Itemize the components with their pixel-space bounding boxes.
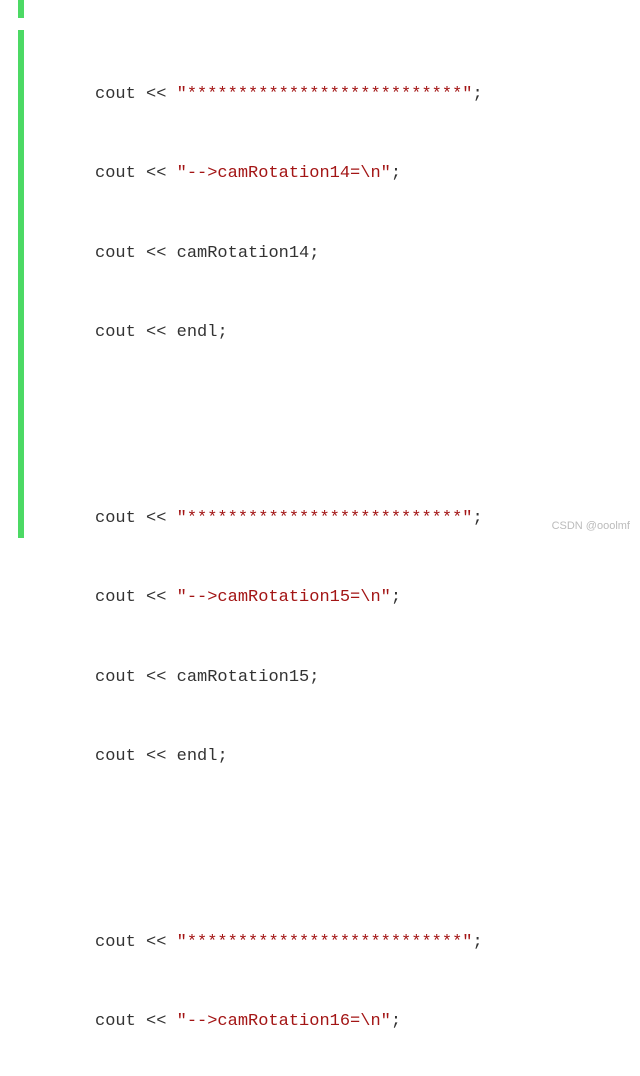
semicolon: ; [309,244,319,263]
code-line: cout << "-->camRotation16=\n"; [95,1009,483,1036]
semicolon: ; [391,164,401,183]
semicolon: ; [472,85,482,104]
operator-lshift: << [146,509,166,528]
keyword-cout: cout [95,933,136,952]
code-line: cout << "***************************"; [95,506,483,533]
code-line: cout << camRotation14; [95,241,483,268]
keyword-cout: cout [95,509,136,528]
watermark: CSDN @ooolmf [552,520,630,532]
keyword-cout: cout [95,1012,136,1031]
blank-line [95,400,483,427]
operator-lshift: << [146,747,166,766]
string-literal: "***************************" [177,85,473,104]
operator-lshift: << [146,668,166,687]
semicolon: ; [391,1012,401,1031]
string-literal: "-->camRotation16=\n" [177,1012,391,1031]
operator-lshift: << [146,588,166,607]
code-line: cout << endl; [95,320,483,347]
string-literal: "***************************" [177,933,473,952]
operator-lshift: << [146,1012,166,1031]
keyword-cout: cout [95,164,136,183]
semicolon: ; [472,509,482,528]
code-block: cout << "***************************"; c… [95,2,483,1076]
keyword-endl: endl [177,323,218,342]
string-literal: "-->camRotation15=\n" [177,588,391,607]
semicolon: ; [391,588,401,607]
gutter-segment [18,0,24,18]
operator-lshift: << [146,323,166,342]
gutter-segment [18,30,24,538]
keyword-cout: cout [95,668,136,687]
identifier: camRotation15 [177,668,310,687]
identifier: camRotation14 [177,244,310,263]
string-literal: "***************************" [177,509,473,528]
change-gutter [18,0,24,538]
keyword-endl: endl [177,747,218,766]
operator-lshift: << [146,933,166,952]
code-line: cout << "***************************"; [95,82,483,109]
code-line: cout << "***************************"; [95,930,483,957]
operator-lshift: << [146,244,166,263]
keyword-cout: cout [95,588,136,607]
code-line: cout << endl; [95,744,483,771]
keyword-cout: cout [95,85,136,104]
operator-lshift: << [146,85,166,104]
code-line: cout << camRotation15; [95,665,483,692]
keyword-cout: cout [95,323,136,342]
keyword-cout: cout [95,244,136,263]
keyword-cout: cout [95,747,136,766]
operator-lshift: << [146,164,166,183]
semicolon: ; [309,668,319,687]
code-line: cout << "-->camRotation14=\n"; [95,161,483,188]
blank-line [95,824,483,851]
semicolon: ; [217,747,227,766]
code-line: cout << "-->camRotation15=\n"; [95,585,483,612]
string-literal: "-->camRotation14=\n" [177,164,391,183]
semicolon: ; [472,933,482,952]
semicolon: ; [217,323,227,342]
